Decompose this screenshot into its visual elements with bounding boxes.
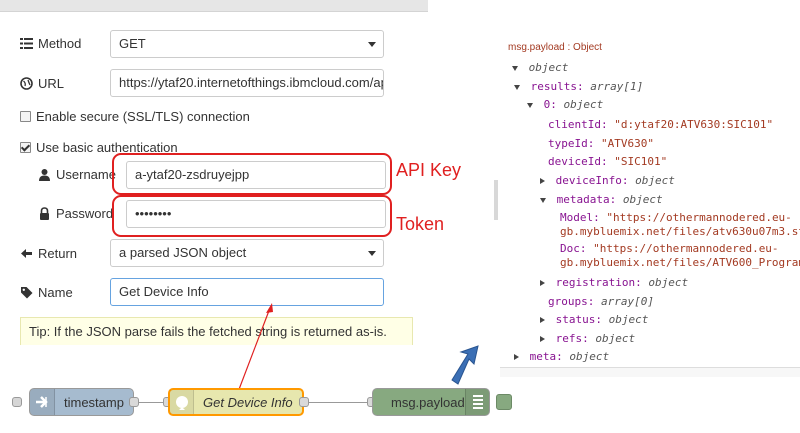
tree-deviceinfo[interactable]: deviceInfo: object xyxy=(540,174,675,187)
tree-doc: Doc: "https://othermannodered.eu- xyxy=(560,242,779,255)
tree-doc-value-2: gb.mybluemix.net/files/ATV600_Programmi xyxy=(560,256,800,269)
arrow-right-icon xyxy=(36,396,48,408)
inject-node[interactable]: timestamp xyxy=(29,388,134,416)
debug-node[interactable]: msg.payload xyxy=(372,388,490,416)
tree-deviceid: deviceId: "SIC101" xyxy=(548,155,667,168)
tree-registration[interactable]: registration: object xyxy=(540,276,688,289)
http-icon-area xyxy=(170,390,194,414)
inject-output-port[interactable] xyxy=(129,397,139,407)
tree-model: Model: "https://othermannodered.eu- xyxy=(560,211,792,224)
tree-status-type: object xyxy=(608,313,649,326)
tree-item-0[interactable]: 0: object xyxy=(527,98,604,111)
tree-status[interactable]: status: object xyxy=(540,313,649,326)
tree-typeid-key: typeId: xyxy=(548,137,595,150)
debug-scrollbar[interactable] xyxy=(494,180,498,220)
red-arrow-head xyxy=(266,303,273,313)
tree-results-key: results: xyxy=(530,80,584,93)
tree-groups-type: array[0] xyxy=(600,295,654,308)
tree-clientid: clientId: "d:ytaf20:ATV630:SIC101" xyxy=(548,118,773,131)
tree-groups-key: groups: xyxy=(548,295,595,308)
tree-metadata[interactable]: metadata: object xyxy=(540,193,663,206)
list-icon xyxy=(473,395,483,409)
tree-status-key: status: xyxy=(555,313,602,326)
tree-doc-key: Doc: xyxy=(560,242,587,255)
tree-metadata-key: metadata: xyxy=(556,193,617,206)
tree-doc-value-1: "https://othermannodered.eu- xyxy=(593,242,779,255)
tree-refs-key: refs: xyxy=(555,332,589,345)
red-arrow-line xyxy=(237,307,271,393)
debug-toggle-button[interactable] xyxy=(496,394,512,410)
tree-results-type: array[1] xyxy=(590,80,644,93)
inject-trigger-button[interactable] xyxy=(12,397,22,407)
blue-arrow-icon xyxy=(451,345,479,385)
inject-node-label: timestamp xyxy=(64,395,124,410)
tree-item-0-key: 0: xyxy=(543,98,557,111)
debug-icon-area xyxy=(465,389,489,415)
tree-typeid: typeId: "ATV630" xyxy=(548,137,654,150)
debug-footer-bar xyxy=(500,367,800,377)
tree-registration-type: object xyxy=(648,276,689,289)
tree-doc-cont: gb.mybluemix.net/files/ATV600_Programmi xyxy=(560,256,800,269)
debug-message-header: msg.payload : Object xyxy=(508,42,602,53)
tree-model-value-1: "https://othermannodered.eu- xyxy=(606,211,792,224)
tree-clientid-value: "d:ytaf20:ATV630:SIC101" xyxy=(614,118,774,131)
tree-groups: groups: array[0] xyxy=(548,295,654,308)
tree-root[interactable]: object xyxy=(512,61,569,74)
tree-deviceinfo-key: deviceInfo: xyxy=(555,174,629,187)
tree-refs[interactable]: refs: object xyxy=(540,332,636,345)
tree-model-key: Model: xyxy=(560,211,600,224)
http-node-label: Get Device Info xyxy=(203,395,293,410)
wire-http-to-debug xyxy=(304,402,372,403)
http-output-port[interactable] xyxy=(299,397,309,407)
tree-typeid-value: "ATV630" xyxy=(600,137,654,150)
tree-clientid-key: clientId: xyxy=(548,118,608,131)
http-request-node[interactable]: Get Device Info xyxy=(168,388,304,416)
tree-root-type: object xyxy=(528,61,569,74)
tree-model-value-2: gb.mybluemix.net/files/atv630u07m3.stl" xyxy=(560,225,800,238)
tree-meta[interactable]: meta: object xyxy=(514,350,610,363)
debug-node-label: msg.payload xyxy=(391,395,465,410)
tree-model-cont: gb.mybluemix.net/files/atv630u07m3.stl" xyxy=(560,225,800,238)
tree-item-0-type: object xyxy=(563,98,604,111)
inject-icon-area xyxy=(30,389,55,415)
tree-metadata-type: object xyxy=(622,193,663,206)
tree-meta-type: object xyxy=(569,350,610,363)
tree-deviceid-key: deviceId: xyxy=(548,155,608,168)
tree-meta-key: meta: xyxy=(529,350,563,363)
tree-refs-type: object xyxy=(595,332,636,345)
tree-deviceid-value: "SIC101" xyxy=(614,155,668,168)
white-globe-icon xyxy=(176,396,188,410)
tree-deviceinfo-type: object xyxy=(635,174,675,187)
tree-results[interactable]: results: array[1] xyxy=(514,80,644,93)
tree-registration-key: registration: xyxy=(555,276,642,289)
